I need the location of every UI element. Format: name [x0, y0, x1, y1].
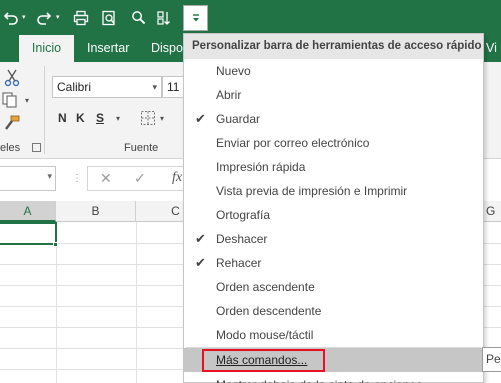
menu-item-vista-previa[interactable]: Vista previa de impresión e Imprimir: [184, 179, 483, 203]
quick-access-toolbar: ▾ ▾: [0, 0, 501, 35]
print-preview-button[interactable]: [98, 0, 120, 35]
menu-item-deshacer[interactable]: ✔ Deshacer: [184, 227, 483, 251]
group-divider: [44, 66, 45, 154]
tab-inicio[interactable]: Inicio: [19, 35, 74, 62]
font-name-value: Calibri: [57, 80, 92, 94]
menu-item-abrir[interactable]: Abrir: [184, 83, 483, 107]
cancel-icon[interactable]: ✕: [100, 170, 112, 187]
copy-icon: [2, 92, 17, 108]
borders-button[interactable]: [140, 110, 156, 131]
menu-header: Personalizar barra de herramientas de ac…: [184, 34, 483, 59]
font-group-label: Fuente: [124, 142, 159, 154]
menu-item-label: Orden descendente: [216, 304, 322, 318]
menu-item-label: Mostrar debajo de la cinta de opciones: [216, 373, 422, 383]
font-name-dropdown-icon[interactable]: ▾: [152, 77, 157, 97]
checkmark-icon: ✔: [195, 231, 206, 246]
menu-item-orden-ascendente[interactable]: Orden ascendente: [184, 275, 483, 299]
undo-icon: [3, 11, 18, 25]
column-header-g[interactable]: G: [486, 201, 501, 222]
print-icon: [73, 10, 89, 25]
italic-button[interactable]: K: [76, 111, 85, 125]
menu-item-label: Más comandos...: [216, 353, 308, 367]
tab-insertar[interactable]: Insertar: [87, 35, 129, 62]
menu-item-guardar[interactable]: ✔ Guardar: [184, 107, 483, 131]
customize-qat-menu: Personalizar barra de herramientas de ac…: [183, 33, 484, 383]
redo-dropdown-icon[interactable]: ▾: [56, 13, 60, 21]
menu-item-label: Ortografía: [216, 208, 271, 222]
undo-dropdown-icon[interactable]: ▾: [22, 13, 26, 21]
borders-icon: [141, 111, 155, 125]
clipboard-group-label: eles: [0, 142, 21, 154]
tab-disposicion[interactable]: Dispo: [151, 35, 183, 62]
underline-button[interactable]: S: [96, 111, 104, 125]
tab-vista[interactable]: Vi: [486, 35, 501, 62]
formula-buttons: ✕ ✓ fx: [87, 166, 187, 191]
undo-button[interactable]: [0, 0, 22, 35]
menu-item-label: Abrir: [216, 88, 242, 102]
font-size-value: 11: [167, 80, 180, 94]
menu-item-label: Rehacer: [216, 256, 262, 270]
font-name-combobox[interactable]: Calibri ▾: [52, 76, 162, 98]
sort-icon: [157, 10, 170, 25]
redo-icon: [37, 11, 52, 25]
search-icon: [131, 11, 145, 25]
fill-handle[interactable]: [53, 242, 58, 247]
formula-bar-resize-handle[interactable]: ⋮: [72, 173, 82, 184]
menu-item-mostrar-debajo[interactable]: Mostrar debajo de la cinta de opciones: [184, 373, 483, 383]
checkmark-icon: ✔: [195, 111, 206, 126]
name-box-dropdown-icon[interactable]: ▾: [47, 171, 52, 182]
clipboard-launcher-icon[interactable]: [32, 143, 41, 152]
copy-button[interactable]: [2, 92, 20, 113]
customize-qat-button[interactable]: [183, 5, 208, 31]
menu-item-label: Orden ascendente: [216, 280, 315, 294]
menu-item-label: Vista previa de impresión e Imprimir: [216, 184, 408, 198]
borders-dropdown-icon[interactable]: ▾: [160, 114, 164, 123]
name-box[interactable]: ▾: [0, 166, 56, 191]
tooltip: Pe: [482, 347, 501, 372]
underline-dropdown-icon[interactable]: ▾: [116, 114, 120, 123]
menu-item-modo-mouse-tactil[interactable]: Modo mouse/táctil: [184, 323, 483, 347]
menu-item-orden-descendente[interactable]: Orden descendente: [184, 299, 483, 323]
menu-item-label: Impresión rápida: [216, 160, 306, 174]
menu-item-nuevo[interactable]: Nuevo: [184, 59, 483, 83]
enter-icon[interactable]: ✓: [134, 170, 146, 187]
menu-item-enviar-correo[interactable]: Enviar por correo electrónico: [184, 131, 483, 155]
grid-line: [136, 222, 137, 383]
format-painter-button[interactable]: [3, 115, 20, 137]
insert-function-icon[interactable]: fx: [172, 170, 182, 186]
checkmark-icon: ✔: [195, 255, 206, 270]
menu-item-label: Deshacer: [216, 232, 268, 246]
menu-item-impresion-rapida[interactable]: Impresión rápida: [184, 155, 483, 179]
menu-item-label: Nuevo: [216, 64, 251, 78]
copy-dropdown-icon[interactable]: ▾: [25, 96, 29, 105]
menu-item-mas-comandos[interactable]: Más comandos...: [184, 348, 483, 372]
column-header-b[interactable]: B: [56, 201, 136, 222]
paintbrush-icon: [5, 115, 20, 130]
print-preview-icon: [102, 10, 115, 25]
menu-item-rehacer[interactable]: ✔ Rehacer: [184, 251, 483, 275]
menu-item-label: Enviar por correo electrónico: [216, 136, 370, 150]
active-cell[interactable]: [0, 222, 57, 245]
cut-button[interactable]: [4, 69, 20, 92]
search-button[interactable]: [128, 0, 148, 35]
redo-button[interactable]: [34, 0, 54, 35]
column-header-a[interactable]: A: [0, 201, 56, 222]
scissors-icon: [4, 69, 20, 87]
customize-dropdown-icon: [192, 14, 199, 22]
sort-button[interactable]: [153, 0, 175, 35]
menu-item-label: Modo mouse/táctil: [216, 328, 314, 342]
bold-button[interactable]: N: [58, 111, 67, 125]
quick-print-button[interactable]: [70, 0, 92, 35]
menu-item-label: Guardar: [216, 112, 261, 126]
menu-item-ortografia[interactable]: Ortografía: [184, 203, 483, 227]
